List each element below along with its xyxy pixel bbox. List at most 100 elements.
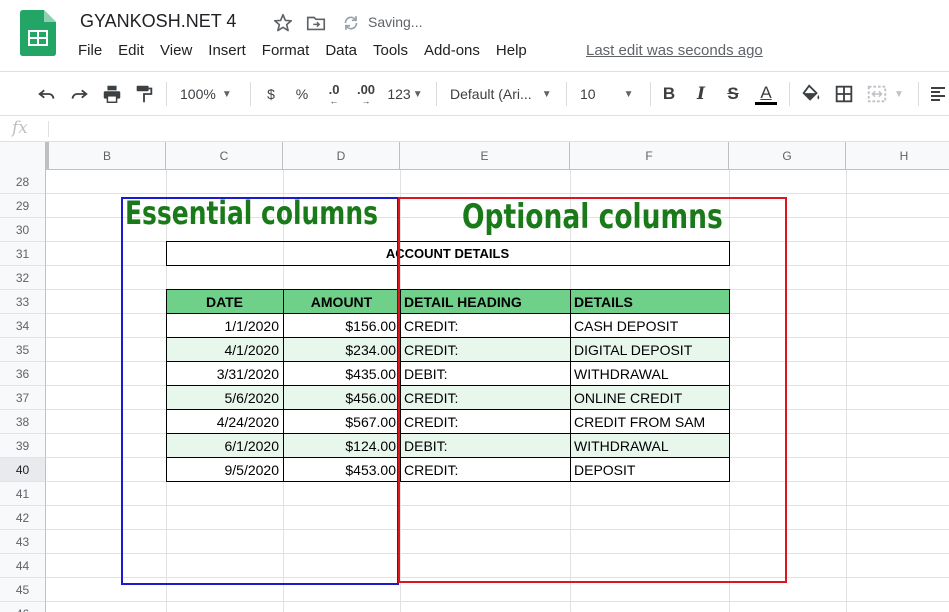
row-header[interactable]: 33 — [0, 290, 46, 314]
select-all-corner[interactable] — [0, 142, 49, 170]
table-cell[interactable]: $156.00 — [283, 314, 400, 338]
row-header[interactable]: 34 — [0, 314, 46, 338]
table-cell[interactable]: 4/1/2020 — [166, 338, 283, 362]
italic-button[interactable]: I — [691, 82, 711, 106]
row-header[interactable]: 31 — [0, 242, 46, 266]
column-header-e[interactable]: E — [400, 142, 570, 170]
sheet-grid[interactable]: 28293031323334353637383940414243444546 A… — [0, 170, 949, 612]
table-header-cell[interactable]: AMOUNT — [283, 290, 400, 314]
bold-button[interactable]: B — [659, 82, 679, 106]
table-header-cell[interactable]: DETAILS — [570, 290, 729, 314]
menu-addons[interactable]: Add-ons — [416, 40, 488, 64]
row-header[interactable]: 41 — [0, 482, 46, 506]
sheets-logo-icon[interactable] — [20, 10, 56, 56]
row-header[interactable]: 35 — [0, 338, 46, 362]
strikethrough-button[interactable]: S — [723, 82, 743, 106]
text-color-button[interactable]: A — [754, 82, 778, 106]
align-left-icon[interactable] — [928, 82, 948, 106]
menu-tools[interactable]: Tools — [365, 40, 416, 64]
last-edit-link[interactable]: Last edit was seconds ago — [586, 42, 763, 59]
fill-color-icon[interactable] — [799, 82, 823, 106]
paint-format-icon[interactable] — [131, 82, 157, 106]
row-header[interactable]: 44 — [0, 554, 46, 578]
table-cell[interactable]: $453.00 — [283, 458, 400, 482]
font-family-select[interactable]: Default (Ari... ▼ — [450, 82, 554, 106]
font-size-select[interactable]: 10 ▼ — [580, 82, 642, 106]
table-cell[interactable]: CREDIT: — [400, 386, 570, 410]
more-formats-select[interactable]: 123 ▼ — [385, 82, 425, 106]
table-border — [166, 289, 167, 482]
percent-format-button[interactable]: % — [292, 82, 312, 106]
formula-bar[interactable]: fx — [0, 116, 949, 142]
merge-cells-icon[interactable]: ▼ — [866, 82, 908, 106]
table-cell[interactable]: WITHDRAWAL — [570, 434, 729, 458]
row-header[interactable]: 46 — [0, 602, 46, 612]
table-cell[interactable]: 4/24/2020 — [166, 410, 283, 434]
table-cell[interactable]: 3/31/2020 — [166, 362, 283, 386]
table-cell[interactable]: 1/1/2020 — [166, 314, 283, 338]
increase-decimal-button[interactable]: .00 → — [352, 82, 380, 106]
table-cell[interactable]: WITHDRAWAL — [570, 362, 729, 386]
column-header-d[interactable]: D — [283, 142, 400, 170]
row-header[interactable]: 45 — [0, 578, 46, 602]
row-header[interactable]: 38 — [0, 410, 46, 434]
column-header-c[interactable]: C — [166, 142, 283, 170]
table-cell[interactable]: CASH DEPOSIT — [570, 314, 729, 338]
currency-format-button[interactable]: $ — [262, 82, 280, 106]
text-color-label: A — [760, 82, 772, 102]
table-cell[interactable]: DEBIT: — [400, 434, 570, 458]
table-cell[interactable]: DIGITAL DEPOSIT — [570, 338, 729, 362]
table-cell[interactable]: 9/5/2020 — [166, 458, 283, 482]
column-header-b[interactable]: B — [49, 142, 166, 170]
move-to-folder-icon[interactable] — [305, 12, 327, 34]
table-cell[interactable]: DEBIT: — [400, 362, 570, 386]
table-cell[interactable]: CREDIT: — [400, 458, 570, 482]
table-cell[interactable]: $435.00 — [283, 362, 400, 386]
table-cell[interactable]: $124.00 — [283, 434, 400, 458]
row-header[interactable]: 37 — [0, 386, 46, 410]
table-cell[interactable]: $456.00 — [283, 386, 400, 410]
chevron-down-icon: ▼ — [221, 88, 232, 100]
undo-icon[interactable] — [34, 82, 60, 106]
table-header-cell[interactable]: DATE — [166, 290, 283, 314]
borders-icon[interactable] — [832, 82, 856, 106]
table-cell[interactable]: DEPOSIT — [570, 458, 729, 482]
table-cell[interactable]: $567.00 — [283, 410, 400, 434]
menu-format[interactable]: Format — [254, 40, 318, 64]
column-header-g[interactable]: G — [729, 142, 846, 170]
row-header[interactable]: 42 — [0, 506, 46, 530]
menu-view[interactable]: View — [152, 40, 200, 64]
row-header[interactable]: 36 — [0, 362, 46, 386]
row-header[interactable]: 40 — [0, 458, 46, 482]
row-header[interactable]: 43 — [0, 530, 46, 554]
decrease-decimal-button[interactable]: .0 ← — [322, 82, 346, 106]
star-icon[interactable] — [272, 12, 294, 34]
row-header[interactable]: 30 — [0, 218, 46, 242]
table-cell[interactable]: ONLINE CREDIT — [570, 386, 729, 410]
menu-edit[interactable]: Edit — [110, 40, 152, 64]
table-cell[interactable]: 5/6/2020 — [166, 386, 283, 410]
row-header[interactable]: 28 — [0, 170, 46, 194]
column-header-f[interactable]: F — [570, 142, 729, 170]
table-cell[interactable]: 6/1/2020 — [166, 434, 283, 458]
menu-insert[interactable]: Insert — [200, 40, 254, 64]
row-header[interactable]: 32 — [0, 266, 46, 290]
table-header-cell[interactable]: DETAIL HEADING — [400, 290, 570, 314]
print-icon[interactable] — [99, 82, 125, 106]
menu-data[interactable]: Data — [317, 40, 365, 64]
table-cell[interactable]: CREDIT: — [400, 410, 570, 434]
table-title[interactable]: ACCOUNT DETAILS — [166, 242, 729, 266]
redo-icon[interactable] — [66, 82, 92, 106]
menu-file[interactable]: File — [70, 40, 110, 64]
table-cell[interactable]: CREDIT FROM SAM — [570, 410, 729, 434]
column-header-h[interactable]: H — [846, 142, 949, 170]
table-cell[interactable]: $234.00 — [283, 338, 400, 362]
table-cell[interactable]: CREDIT: — [400, 314, 570, 338]
row-header[interactable]: 39 — [0, 434, 46, 458]
table-cell[interactable]: CREDIT: — [400, 338, 570, 362]
zoom-select[interactable]: 100% ▼ — [180, 82, 242, 106]
document-title[interactable]: GYANKOSH.NET 4 — [80, 11, 236, 32]
table-border — [166, 481, 730, 482]
row-header[interactable]: 29 — [0, 194, 46, 218]
menu-help[interactable]: Help — [488, 40, 535, 64]
